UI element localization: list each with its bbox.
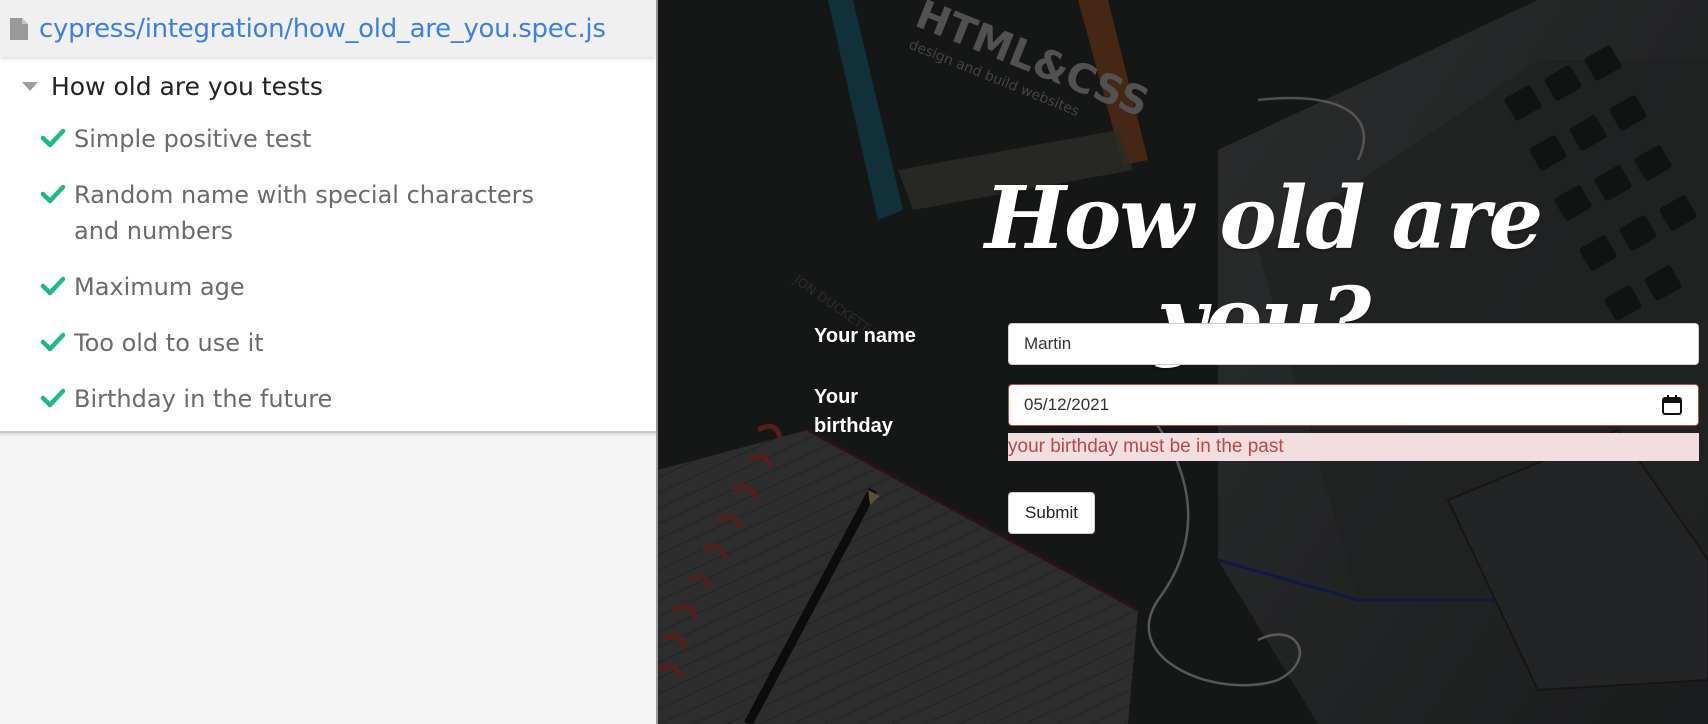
test-title: Maximum age [74, 273, 245, 301]
checkmark-icon [40, 388, 66, 408]
birthday-label: Your birthday [814, 386, 893, 437]
checkmark-icon [40, 184, 66, 204]
birthday-error-message: your birthday must be in the past [1008, 433, 1699, 461]
test-item[interactable]: Simple positive test [0, 121, 656, 163]
suite-header[interactable]: How old are you tests [0, 65, 656, 107]
test-item[interactable]: Random name with special characters and … [0, 177, 656, 255]
test-item[interactable]: Birthday in the future [0, 381, 656, 423]
submit-button[interactable]: Submit [1008, 492, 1095, 534]
test-title: Birthday in the future [74, 385, 333, 413]
name-label: Your name [814, 325, 916, 347]
suite-title: How old are you tests [51, 71, 323, 101]
app-under-test: HTML&CSS design and build websites JON D… [658, 0, 1708, 724]
app-form-area: How old are you? Your name Your birthday… [658, 0, 1708, 724]
spec-file-link[interactable]: cypress/integration/how_old_are_you.spec… [39, 14, 606, 44]
spec-header[interactable]: cypress/integration/how_old_are_you.spec… [0, 0, 656, 57]
file-icon [10, 17, 28, 40]
test-title: Random name with special characters and … [74, 181, 535, 245]
calendar-icon[interactable] [1661, 394, 1683, 416]
test-title: Simple positive test [74, 125, 312, 153]
birthday-date-input[interactable]: 05/12/2021 [1008, 384, 1699, 426]
checkmark-icon [40, 276, 66, 296]
name-input[interactable] [1008, 323, 1699, 365]
checkmark-icon [40, 128, 66, 148]
test-reporter-panel: cypress/integration/how_old_are_you.spec… [0, 0, 658, 724]
birthday-value: 05/12/2021 [1024, 395, 1110, 414]
test-item[interactable]: Maximum age [0, 269, 656, 311]
checkmark-icon [40, 332, 66, 352]
cypress-runner: cypress/integration/how_old_are_you.spec… [0, 0, 1708, 724]
test-title: Too old to use it [74, 329, 264, 357]
collapse-caret-icon[interactable] [22, 81, 38, 91]
test-item[interactable]: Too old to use it [0, 325, 656, 367]
suite-panel: How old are you tests Simple positive te… [0, 57, 656, 433]
